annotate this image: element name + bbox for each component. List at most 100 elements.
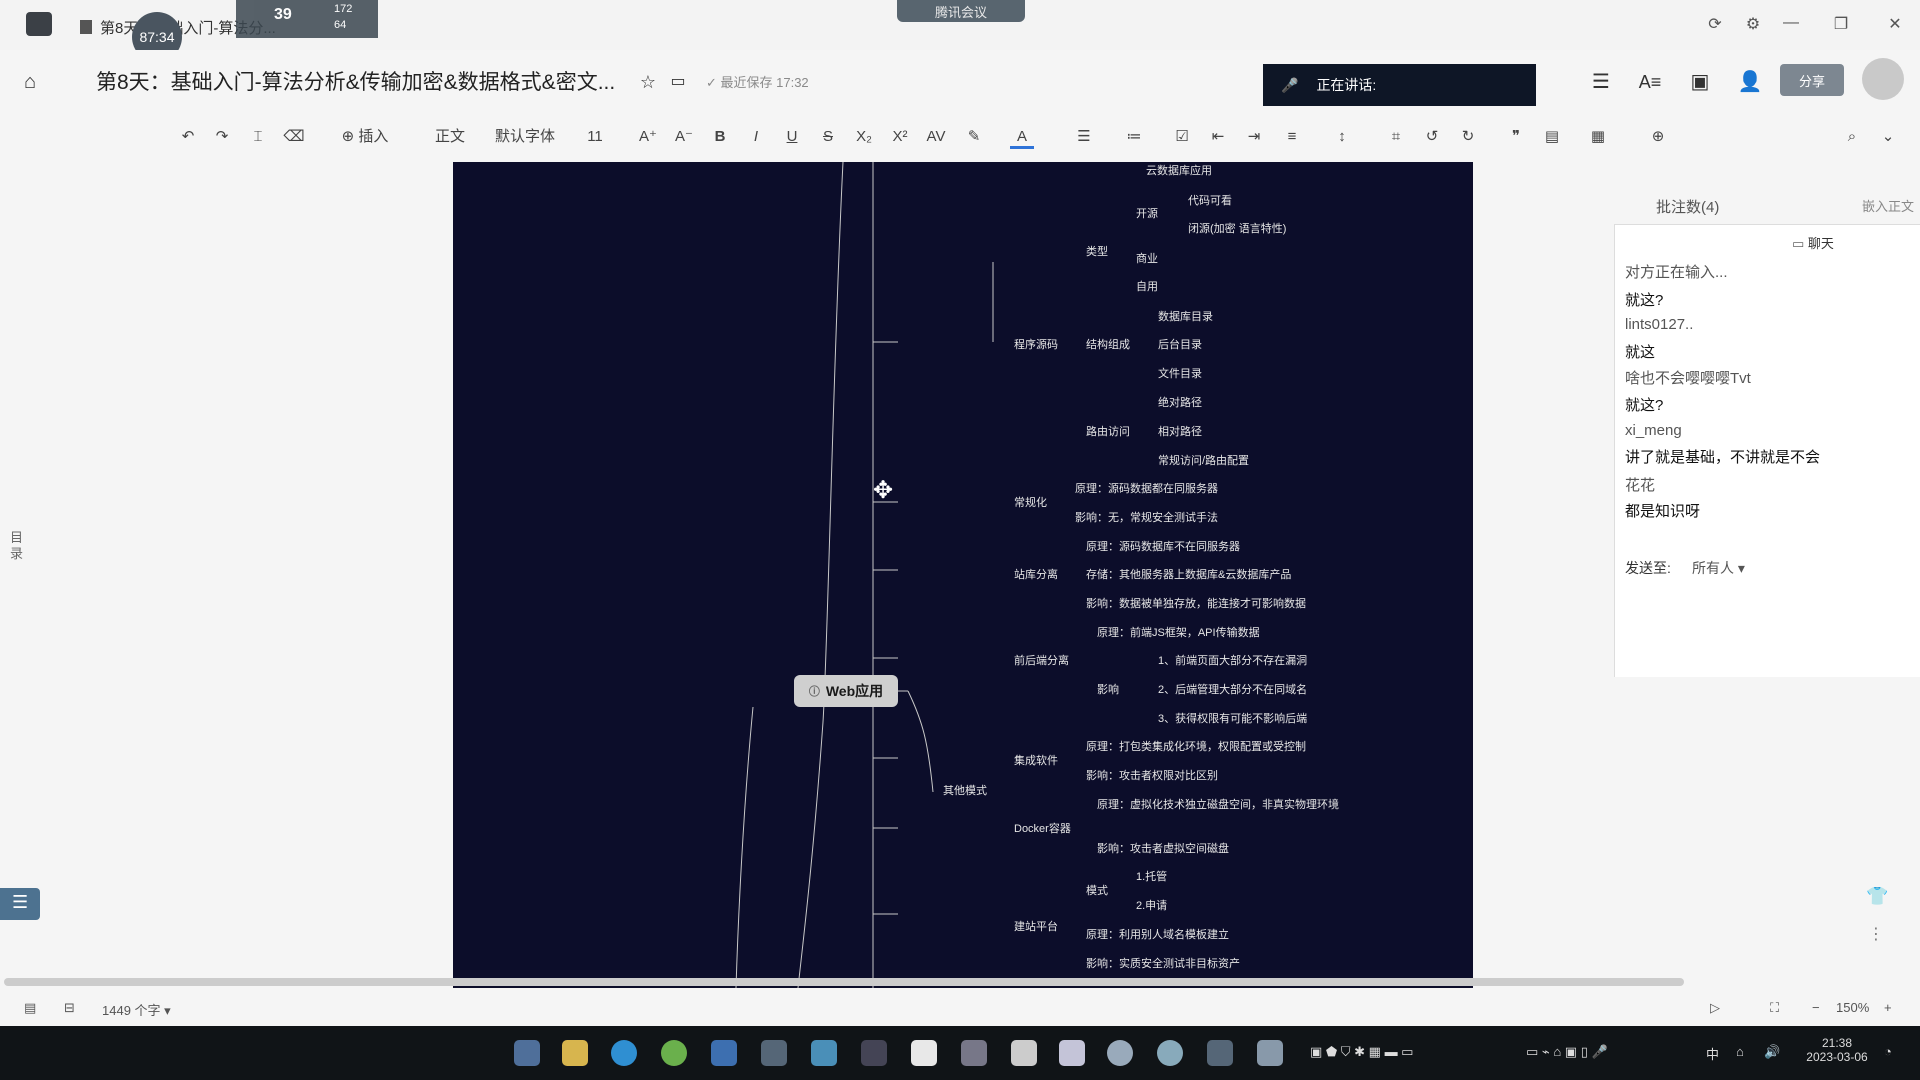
fullscreen-icon[interactable]: ⛶ <box>1770 1000 1779 1016</box>
rotate-left-icon[interactable]: ↺ <box>1420 122 1444 152</box>
ime-indicator[interactable]: 中 <box>1706 1044 1719 1063</box>
app-icon[interactable] <box>1157 1040 1183 1066</box>
close-button[interactable]: ✕ <box>1880 14 1910 34</box>
increase-font-icon[interactable]: A⁺ <box>636 122 660 152</box>
numbered-list-icon[interactable]: ≔ <box>1122 122 1146 152</box>
present-icon[interactable]: ▣ <box>1686 68 1714 96</box>
word-count[interactable]: 1449 个字 ▾ <box>102 1000 171 1019</box>
rotate-right-icon[interactable]: ↻ <box>1456 122 1480 152</box>
font-color-icon[interactable]: A <box>1010 122 1034 149</box>
zoom-out-button[interactable]: − <box>1812 1000 1820 1015</box>
page-layout-icon[interactable]: ⊟ <box>64 1000 75 1016</box>
document-icon[interactable]: ▤ <box>24 1000 36 1016</box>
settings-app-icon[interactable] <box>961 1040 987 1066</box>
superscript-icon[interactable]: X² <box>888 122 912 152</box>
tray-icons-right[interactable]: ▭ ⌁ ⌂ ▣ ▯ 🎤 <box>1526 1044 1608 1060</box>
zoom-level[interactable]: 150% <box>1836 1000 1869 1015</box>
font-size-icon[interactable]: A≡ <box>1636 68 1664 96</box>
app-logo[interactable] <box>26 12 52 36</box>
underline-icon[interactable]: U <box>780 122 804 152</box>
meeting-indicator[interactable]: 腾讯会议 <box>897 0 1025 22</box>
comment-icon[interactable]: ▤ <box>1540 122 1564 152</box>
start-icon[interactable] <box>514 1040 540 1066</box>
table-icon[interactable]: ▦ <box>1586 122 1610 152</box>
outline-button[interactable]: ☰ <box>0 888 40 920</box>
undo-icon[interactable]: ↶ <box>176 122 200 152</box>
minimize-button[interactable]: — <box>1776 14 1806 34</box>
app-icon[interactable] <box>1257 1040 1283 1066</box>
eraser-icon[interactable]: ⌫ <box>282 122 306 152</box>
app-icon[interactable] <box>1011 1040 1037 1066</box>
line-spacing-icon[interactable]: ↕ <box>1330 122 1354 152</box>
outline-nav-label[interactable]: 目录 <box>10 530 30 562</box>
italic-icon[interactable]: I <box>744 122 768 152</box>
app-icon[interactable] <box>861 1040 887 1066</box>
powerpoint-icon[interactable] <box>1059 1040 1085 1066</box>
play-icon[interactable]: ▷ <box>1710 1000 1720 1016</box>
horizontal-scrollbar[interactable] <box>4 978 1684 986</box>
edge-icon[interactable] <box>611 1040 637 1066</box>
checklist-icon[interactable]: ☑ <box>1170 122 1194 152</box>
mindmap-node: 2.申请 <box>1136 900 1168 912</box>
system-tray-icons[interactable]: ▣ ⬟ ⛉ ✱ ▦ ▬ ▭ <box>1310 1044 1413 1060</box>
network-icon[interactable]: ⌂ <box>1736 1044 1744 1059</box>
bullet-list-icon[interactable]: ☰ <box>1072 122 1096 152</box>
insert-button[interactable]: ⊕ 插入 <box>330 122 400 152</box>
mindmap-node: 3、获得权限有可能不影响后端 <box>1158 713 1308 725</box>
home-icon[interactable]: ⌂ <box>16 68 44 96</box>
redo-icon[interactable]: ↷ <box>210 122 234 152</box>
more-icon[interactable]: ⊕ <box>1646 122 1670 152</box>
folder-icon[interactable]: ▭ <box>664 68 692 96</box>
style-select[interactable]: 正文 <box>425 122 475 152</box>
zoom-in-button[interactable]: + <box>1884 1000 1892 1015</box>
app-icon[interactable] <box>1107 1040 1133 1066</box>
star-icon[interactable]: ☆ <box>634 68 662 96</box>
subscript-icon[interactable]: X₂ <box>852 122 876 152</box>
recipient-select[interactable]: 所有人 ▾ <box>1692 558 1745 578</box>
embed-text-link[interactable]: 嵌入正文 <box>1862 196 1914 215</box>
collaborator-icon[interactable]: 👤 <box>1736 68 1764 96</box>
notes-icon[interactable] <box>911 1040 937 1066</box>
align-icon[interactable]: ≡ <box>1280 122 1304 152</box>
photos-icon[interactable] <box>811 1040 837 1066</box>
app-icon[interactable] <box>1207 1040 1233 1066</box>
document-title[interactable]: 第8天：基础入门-算法分析&传输加密&数据格式&密文... <box>96 66 615 96</box>
mindmap-node: 数据库目录 <box>1158 311 1213 323</box>
mindmap-node: 类型 <box>1086 246 1108 258</box>
indent-icon[interactable]: ⇥ <box>1242 122 1266 152</box>
settings-icon[interactable]: ⚙ <box>1738 14 1768 34</box>
quote-icon[interactable]: ❞ <box>1504 122 1528 152</box>
notifications-icon[interactable]: ◔ <box>1884 1044 1892 1059</box>
char-spacing-icon[interactable]: AV <box>924 122 948 152</box>
crop-icon[interactable]: ⌗ <box>1384 122 1408 152</box>
format-painter-icon[interactable]: ⌶ <box>246 122 270 152</box>
font-select[interactable]: 默认字体 <box>490 122 560 152</box>
mindmap-node: 云数据库应用 <box>1146 165 1212 177</box>
strikethrough-icon[interactable]: S <box>816 122 840 152</box>
shirt-icon[interactable]: 👕 <box>1866 886 1888 907</box>
avatar[interactable] <box>1862 58 1904 100</box>
chevron-down-icon[interactable]: ⌄ <box>1876 122 1900 152</box>
refresh-icon[interactable]: ⟳ <box>1700 14 1730 34</box>
decrease-font-icon[interactable]: A⁻ <box>672 122 696 152</box>
bold-icon[interactable]: B <box>708 122 732 152</box>
mindmap-node: 原理：打包类集成化环境，权限配置或受控制 <box>1086 741 1306 753</box>
more-options-icon[interactable]: ⋮ <box>1868 924 1884 944</box>
file-explorer-icon[interactable] <box>562 1040 588 1066</box>
search-icon[interactable]: ⌕ <box>1840 122 1864 152</box>
menu-icon[interactable]: ☰ <box>1587 68 1615 96</box>
mindmap-node: 程序源码 <box>1014 339 1058 351</box>
highlight-icon[interactable]: ✎ <box>962 122 986 152</box>
volume-icon[interactable]: 🔊 <box>1764 1044 1780 1060</box>
docs-app-icon[interactable] <box>711 1040 737 1066</box>
comments-count[interactable]: 批注数(4) <box>1656 196 1719 217</box>
outdent-icon[interactable]: ⇤ <box>1206 122 1230 152</box>
clock[interactable]: 21:38 2023-03-06 <box>1802 1036 1872 1064</box>
mindmap-node: 集成软件 <box>1014 755 1058 767</box>
font-size-select[interactable]: 11 <box>580 122 610 152</box>
browser-icon[interactable] <box>661 1040 687 1066</box>
app-icon[interactable] <box>761 1040 787 1066</box>
share-button[interactable]: 分享 <box>1780 64 1844 96</box>
restore-button[interactable]: ❐ <box>1826 14 1856 34</box>
mindmap-image[interactable]: 云数据库应用 代码可看 开源 闭源(加密 语言特性) 类型 商业 自用 数据库目… <box>453 162 1473 988</box>
